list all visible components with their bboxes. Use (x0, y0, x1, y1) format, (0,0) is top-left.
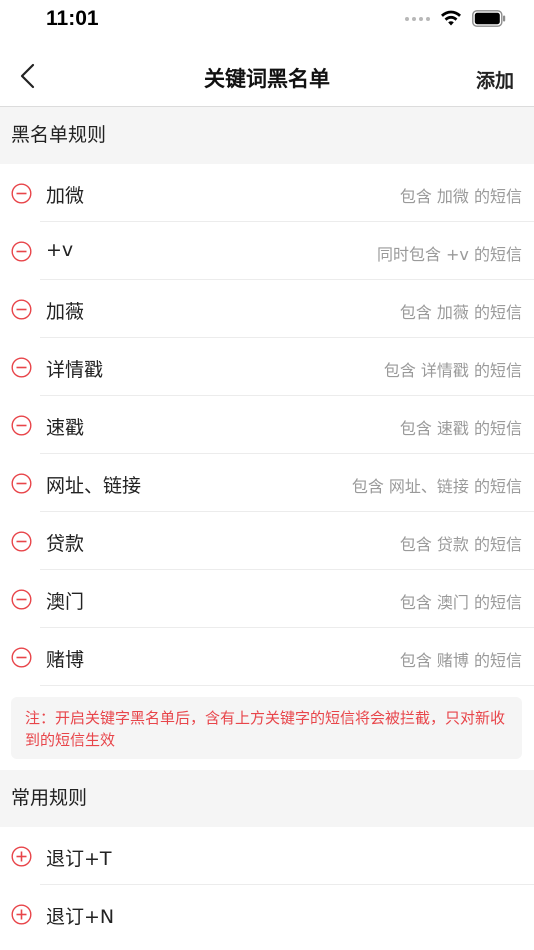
add-button[interactable]: 添加 (476, 66, 514, 93)
rule-description: 包含 澳门 的短信 (399, 593, 522, 612)
rule-keyword: 退订+N (46, 906, 115, 928)
rule-description: 包含 网址、链接 的短信 (351, 477, 522, 496)
blacklist-rule-row[interactable]: 加薇 包含 加薇 的短信 (0, 280, 534, 338)
blacklist-note: 注：开启关键字黑名单后，含有上方关键字的短信将会被拦截，只对新收到的短信生效 (11, 697, 522, 759)
rule-keyword: 退订+T (46, 848, 112, 870)
section-header-blacklist: 黑名单规则 (0, 107, 534, 164)
remove-circle-icon[interactable] (11, 589, 32, 610)
remove-circle-icon[interactable] (11, 357, 32, 378)
navigation-bar: 关键词黑名单 添加 (0, 44, 534, 107)
remove-circle-icon[interactable] (11, 183, 32, 204)
remove-circle-icon[interactable] (11, 473, 32, 494)
rule-description: 同时包含 +v 的短信 (376, 245, 522, 264)
section-header-common: 常用规则 (0, 770, 534, 827)
rule-keyword: 加微 (46, 185, 85, 207)
blacklist-rule-row[interactable]: 速戳 包含 速戳 的短信 (0, 396, 534, 454)
status-time: 11:01 (46, 7, 99, 30)
rule-keyword: 贷款 (46, 533, 85, 555)
battery-icon (472, 10, 506, 27)
status-bar: 11:01 (0, 0, 534, 44)
blacklist-rule-row[interactable]: 贷款 包含 贷款 的短信 (0, 512, 534, 570)
cellular-signal-icon (405, 16, 430, 21)
rule-keyword: 速戳 (46, 417, 85, 439)
rule-description: 包含 贷款 的短信 (399, 535, 522, 554)
remove-circle-icon[interactable] (11, 299, 32, 320)
add-circle-icon[interactable] (11, 904, 32, 925)
add-circle-icon[interactable] (11, 846, 32, 867)
rule-description: 包含 速戳 的短信 (399, 419, 522, 438)
page-title: 关键词黑名单 (204, 67, 330, 91)
rule-description: 包含 详情戳 的短信 (383, 361, 522, 380)
blacklist-rule-row[interactable]: 网址、链接 包含 网址、链接 的短信 (0, 454, 534, 512)
wifi-icon (441, 10, 461, 26)
rule-description: 包含 加微 的短信 (399, 187, 522, 206)
common-rule-list: 退订+T 退订+N (0, 827, 534, 943)
rule-description: 包含 加薇 的短信 (399, 303, 522, 322)
rule-description: 包含 赌博 的短信 (399, 651, 522, 670)
blacklist-rule-list: 加微 包含 加微 的短信 +v 同时包含 +v 的短信 加薇 包含 加薇 的短信… (0, 164, 534, 686)
rule-keyword: +v (46, 239, 74, 261)
blacklist-rule-row[interactable]: 澳门 包含 澳门 的短信 (0, 570, 534, 628)
rule-keyword: 澳门 (46, 591, 85, 613)
blacklist-rule-row[interactable]: +v 同时包含 +v 的短信 (0, 222, 534, 280)
remove-circle-icon[interactable] (11, 647, 32, 668)
rule-keyword: 赌博 (46, 649, 85, 671)
common-rule-row[interactable]: 退订+T (0, 827, 534, 885)
blacklist-rule-row[interactable]: 加微 包含 加微 的短信 (0, 164, 534, 222)
remove-circle-icon[interactable] (11, 241, 32, 262)
rule-keyword: 加薇 (46, 301, 85, 323)
rule-keyword: 网址、链接 (46, 475, 142, 497)
remove-circle-icon[interactable] (11, 531, 32, 552)
rule-keyword: 详情戳 (46, 359, 104, 381)
blacklist-rule-row[interactable]: 详情戳 包含 详情戳 的短信 (0, 338, 534, 396)
blacklist-rule-row[interactable]: 赌博 包含 赌博 的短信 (0, 628, 534, 686)
remove-circle-icon[interactable] (11, 415, 32, 436)
row-divider (40, 685, 534, 686)
status-indicators (405, 10, 506, 27)
common-rule-row[interactable]: 退订+N (0, 885, 534, 943)
